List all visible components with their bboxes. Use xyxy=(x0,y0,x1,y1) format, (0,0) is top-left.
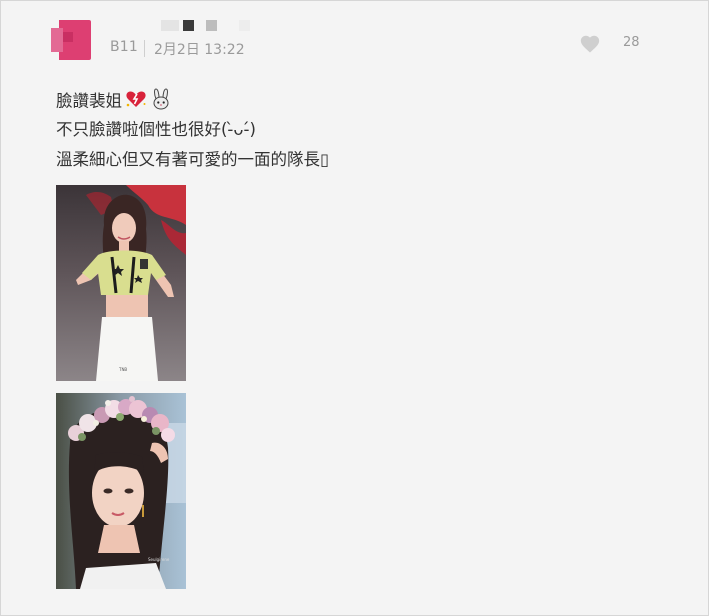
sparkling-heart-icon xyxy=(125,89,147,115)
comment-line-2: 不只臉讚啦個性也很好(-̀ᴗ-́) xyxy=(56,120,256,139)
stage-photo[interactable]: TNB xyxy=(56,185,186,381)
svg-text:TNB: TNB xyxy=(118,367,127,372)
comment-line-1: 臉讚裴姐 xyxy=(56,88,172,116)
comment-line-1-text: 臉讚裴姐 xyxy=(56,91,122,111)
comment-card: B11 2月2日 13:22 28 臉讚裴姐 不只臉讚啦個性也很好(-̀ᴗ-́)… xyxy=(0,0,709,616)
like-count: 28 xyxy=(623,35,640,50)
flower-crown-photo[interactable]: Seulgirene xyxy=(56,393,186,589)
svg-text:Seulgirene: Seulgirene xyxy=(148,557,170,562)
rabbit-icon xyxy=(150,88,172,116)
heart-icon xyxy=(580,35,600,53)
avatar[interactable] xyxy=(51,20,91,60)
like-button[interactable] xyxy=(579,33,601,55)
username-pixelated[interactable] xyxy=(161,20,250,32)
comment-line-3: 溫柔細心但又有著可愛的一面的隊長▯ xyxy=(56,150,330,169)
post-date: 2月2日 13:22 xyxy=(154,42,245,58)
meta-divider xyxy=(144,40,145,57)
floor-number: B11 xyxy=(110,39,139,55)
